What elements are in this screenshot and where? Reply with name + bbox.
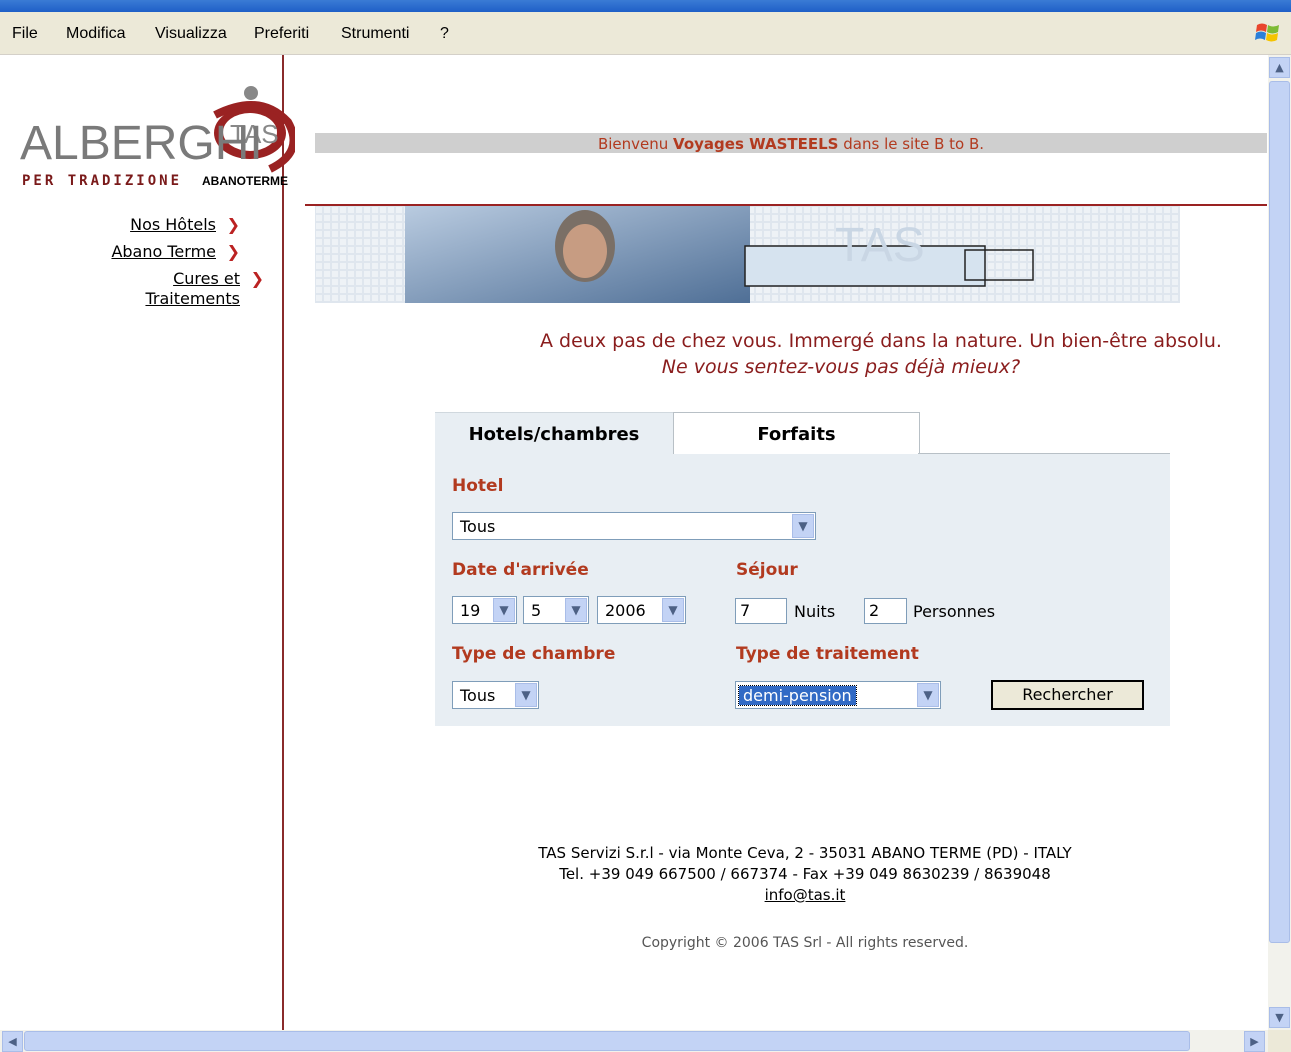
chevron-down-icon: ▼: [493, 598, 515, 622]
arrival-date-label: Date d'arrivée: [452, 560, 589, 580]
persons-label: Personnes: [913, 602, 996, 621]
chevron-down-icon: ▼: [565, 598, 587, 622]
nav-label-hotels: Nos Hôtels: [130, 215, 216, 234]
menu-help[interactable]: ?: [440, 25, 449, 43]
slogan: A deux pas de chez vous. Immergé dans la…: [315, 328, 1267, 380]
page-content: TAS ALBERGHI PER TRADIZIONE ABANOTERME N…: [0, 55, 1268, 1030]
scroll-up-icon[interactable]: ▲: [1269, 57, 1290, 78]
welcome-bar: Bienvenu Voyages WASTEELS dans le site B…: [315, 133, 1267, 153]
chevron-down-icon: ▼: [792, 514, 814, 538]
scrollbar-corner: [1268, 1030, 1291, 1052]
persons-input[interactable]: 2: [864, 598, 907, 624]
nav-link-cures[interactable]: Cures et Traitements ❯: [120, 269, 264, 309]
scroll-left-icon[interactable]: ◀: [2, 1031, 23, 1052]
arrival-year-value: 2006: [605, 601, 646, 620]
chevron-down-icon: ▼: [662, 598, 684, 622]
svg-text:ABANOTERME: ABANOTERME: [202, 174, 288, 188]
footer: TAS Servizi S.r.l - via Monte Ceva, 2 - …: [315, 843, 1268, 906]
chevron-right-icon: ❯: [226, 215, 240, 234]
nav-link-hotels[interactable]: Nos Hôtels ❯: [70, 215, 240, 235]
chevron-right-icon: ❯: [250, 269, 264, 288]
slogan-line-1: A deux pas de chez vous. Immergé dans la…: [540, 330, 1222, 352]
left-nav: Nos Hôtels ❯ Abano Terme ❯ Cures et Trai…: [70, 215, 264, 316]
svg-text:PER TRADIZIONE: PER TRADIZIONE: [22, 173, 182, 189]
chevron-down-icon: ▼: [515, 683, 537, 707]
nights-input[interactable]: 7: [735, 598, 787, 624]
search-button[interactable]: Rechercher: [991, 680, 1144, 710]
window-title-bar: [0, 0, 1291, 12]
arrival-day-select[interactable]: 19 ▼: [452, 596, 517, 624]
menu-modifica[interactable]: Modifica: [66, 25, 126, 43]
footer-address: TAS Servizi S.r.l - via Monte Ceva, 2 - …: [538, 844, 1072, 862]
footer-phone: Tel. +39 049 667500 / 667374 - Fax +39 0…: [559, 865, 1051, 883]
stay-label: Séjour: [736, 560, 798, 580]
menu-bar: File Modifica Visualizza Preferiti Strum…: [0, 12, 1291, 55]
nav-label-cures: Cures et Traitements: [145, 269, 240, 308]
horizontal-scrollbar[interactable]: ◀ ▶: [0, 1030, 1268, 1052]
arrival-year-select[interactable]: 2006 ▼: [597, 596, 686, 624]
chevron-right-icon: ❯: [226, 242, 240, 261]
hotel-label: Hotel: [452, 476, 504, 496]
windows-logo-icon: [1255, 23, 1279, 42]
slogan-line-2: Ne vous sentez-vous pas déjà mieux?: [661, 356, 1021, 378]
treatment-type-label: Type de traitement: [736, 644, 919, 664]
arrival-day-value: 19: [460, 601, 481, 620]
menu-file[interactable]: File: [12, 25, 38, 43]
horizontal-scroll-thumb[interactable]: [24, 1031, 1190, 1051]
nights-label: Nuits: [794, 602, 836, 621]
hotel-select-value: Tous: [460, 517, 496, 536]
svg-text:ALBERGHI: ALBERGHI: [20, 117, 263, 170]
left-divider: [282, 55, 284, 1030]
treatment-type-select[interactable]: demi-pension ▼: [735, 681, 941, 709]
footer-email-link[interactable]: info@tas.it: [765, 886, 846, 904]
treatment-type-value: demi-pension: [738, 685, 857, 706]
alberghi-tas-logo: TAS ALBERGHI PER TRADIZIONE ABANOTERME: [20, 86, 295, 189]
spa-banner-image: TAS: [315, 206, 1180, 303]
room-type-label: Type de chambre: [452, 644, 616, 664]
vertical-scrollbar[interactable]: ▲ ▼: [1268, 55, 1291, 1030]
svg-text:TAS: TAS: [835, 219, 925, 272]
vertical-scroll-thumb[interactable]: [1269, 81, 1290, 943]
menu-preferiti[interactable]: Preferiti: [254, 25, 309, 43]
tab-hotels-chambres[interactable]: Hotels/chambres: [435, 412, 673, 455]
room-type-value: Tous: [460, 686, 496, 705]
tab-forfaits[interactable]: Forfaits: [673, 412, 920, 455]
welcome-suffix: dans le site B to B.: [843, 135, 985, 153]
arrival-month-value: 5: [531, 601, 542, 620]
arrival-month-select[interactable]: 5 ▼: [523, 596, 589, 624]
chevron-down-icon: ▼: [917, 683, 939, 707]
search-tabs: Hotels/chambres Forfaits: [435, 412, 1170, 455]
room-type-select[interactable]: Tous ▼: [452, 681, 539, 709]
hotel-select[interactable]: Tous ▼: [452, 512, 816, 540]
copyright: Copyright © 2006 TAS Srl - All rights re…: [641, 935, 969, 951]
search-panel: Hotel Tous ▼ Date d'arrivée 19 ▼ 5 ▼ 200…: [435, 454, 1170, 726]
nav-label-abano: Abano Terme: [111, 242, 216, 261]
welcome-agency-name: Voyages WASTEELS: [673, 135, 839, 153]
menu-visualizza[interactable]: Visualizza: [155, 25, 227, 43]
menu-strumenti[interactable]: Strumenti: [341, 25, 409, 43]
scroll-right-icon[interactable]: ▶: [1244, 1031, 1265, 1052]
scroll-down-icon[interactable]: ▼: [1269, 1007, 1290, 1028]
nav-link-abano-terme[interactable]: Abano Terme ❯: [70, 242, 240, 262]
welcome-prefix: Bienvenu: [597, 135, 669, 153]
